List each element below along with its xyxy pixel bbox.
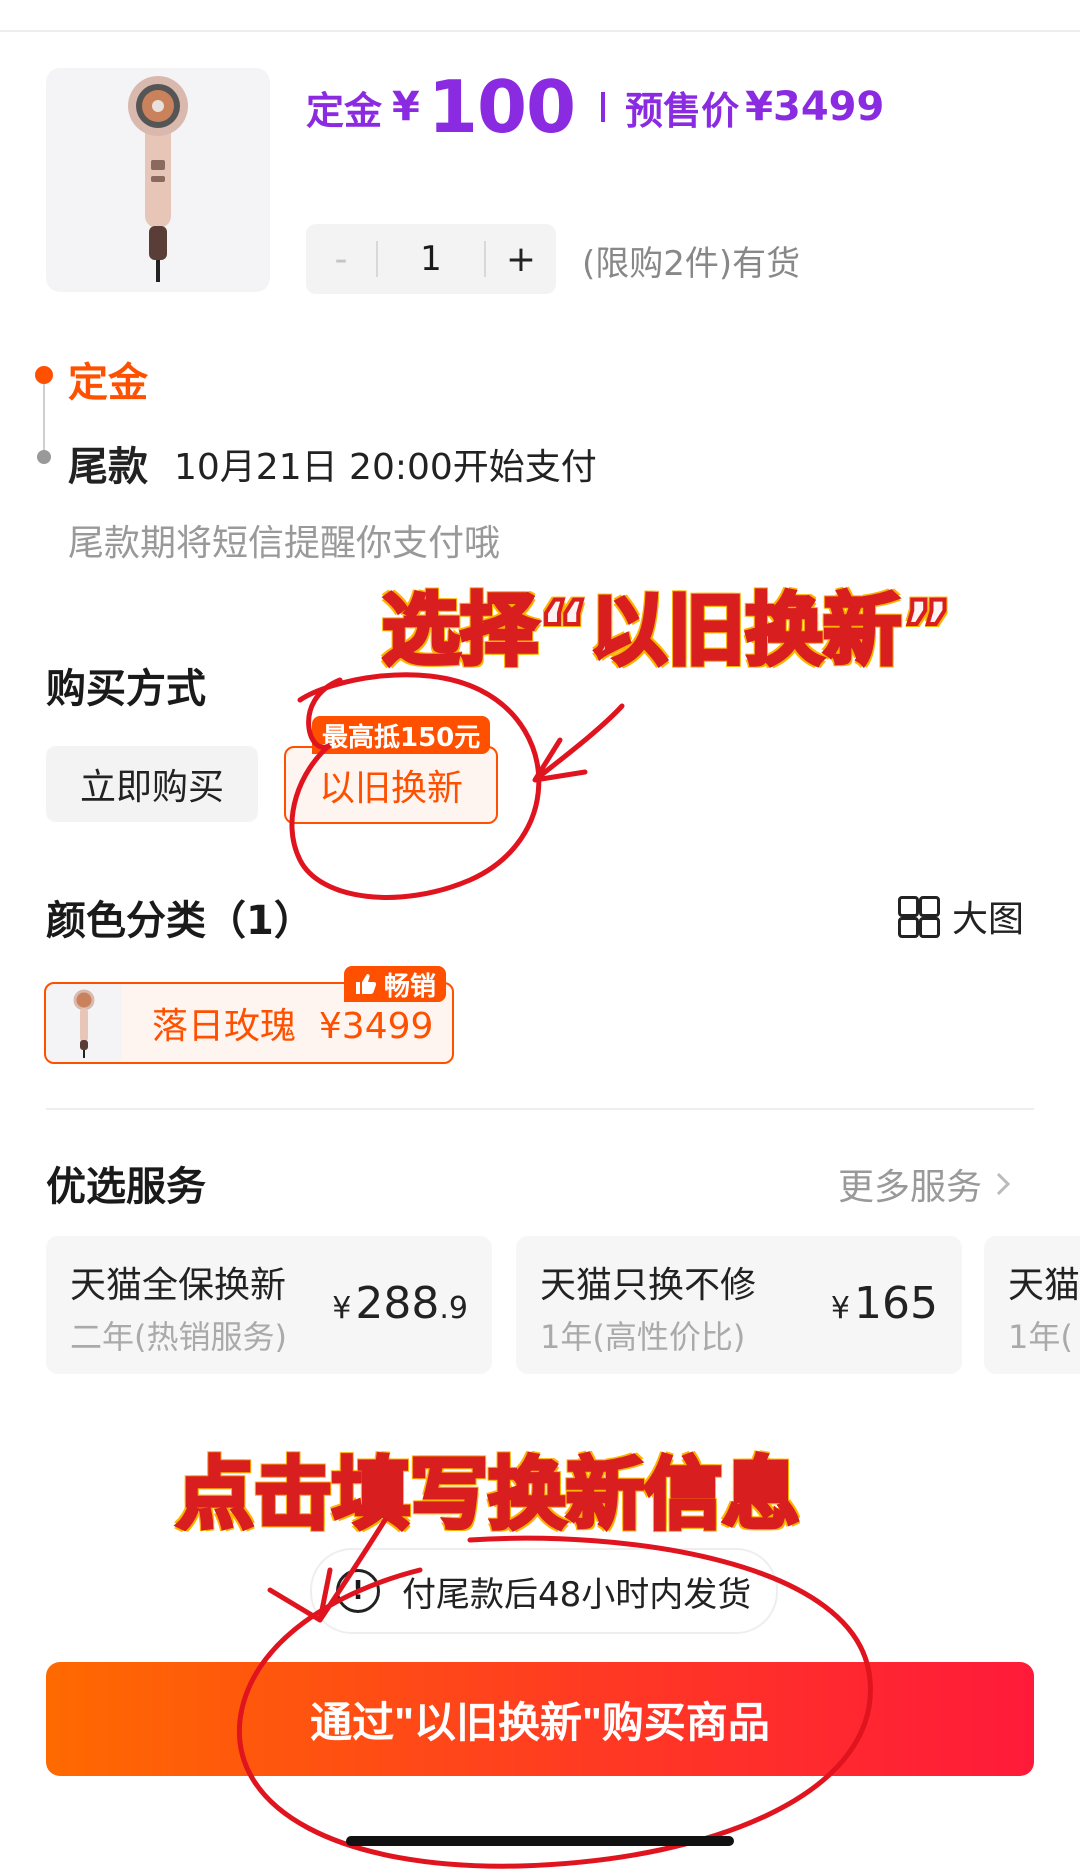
section-divider: [46, 1108, 1034, 1110]
service-price-int: 288: [355, 1278, 440, 1329]
price-separator: [601, 92, 606, 122]
service-term: 1年(高性价比): [540, 1318, 746, 1356]
big-image-toggle[interactable]: 大图: [898, 890, 1024, 942]
color-option-thumbnail: [46, 984, 122, 1062]
service-card[interactable]: 天猫 1年(: [984, 1236, 1080, 1374]
product-image[interactable]: [46, 68, 270, 292]
chevron-right-icon: [996, 1172, 1011, 1196]
quantity-stepper: - 1 +: [306, 224, 556, 294]
stock-status: (限购2件)有货: [582, 244, 801, 284]
deposit-amount: 100: [427, 65, 576, 149]
deposit-label: 定金: [306, 88, 383, 133]
increase-button[interactable]: +: [486, 239, 556, 280]
top-divider: [0, 30, 1080, 32]
purchase-method-title: 购买方式: [46, 666, 206, 712]
trade-in-discount-badge: 最高抵150元: [312, 716, 491, 754]
annotation-fill-info: 点击填写换新信息: [174, 1448, 802, 1542]
hair-dryer-icon: [73, 989, 95, 1058]
big-image-label: 大图: [952, 899, 1025, 940]
hair-dryer-icon: [128, 76, 188, 282]
timeline-step-balance: 尾款: [68, 444, 148, 490]
timeline-dot-pending: [37, 450, 51, 464]
timeline-line: [43, 384, 45, 452]
grid-view-icon: [898, 896, 940, 938]
warning-icon: !: [336, 1569, 380, 1613]
trade-in-buy-label: 通过"以旧换新"购买商品: [310, 1698, 770, 1746]
currency-symbol: ¥: [392, 84, 420, 130]
price-row: 定金 ¥ 100 预售价 ¥3499: [306, 62, 884, 152]
annotation-select-trade-in: 选择“以旧换新”: [380, 584, 955, 678]
home-indicator: [346, 1836, 734, 1846]
balance-start-time: 10月21日 20:00开始支付: [174, 447, 597, 488]
service-price-int: 165: [854, 1278, 938, 1329]
services-title: 优选服务: [46, 1164, 206, 1210]
more-services-label: 更多服务: [838, 1167, 983, 1208]
more-services-link[interactable]: 更多服务: [838, 1158, 1016, 1210]
bestseller-label: 畅销: [384, 971, 437, 1002]
service-price: ¥288.9: [332, 1278, 468, 1329]
decrease-button[interactable]: -: [306, 239, 376, 280]
shipping-notice: ! 付尾款后48小时内发货: [310, 1548, 778, 1634]
service-name: 天猫: [1008, 1265, 1080, 1306]
color-category-title: 颜色分类（1）: [46, 898, 314, 944]
presale-price: ¥3499: [745, 84, 885, 130]
service-card[interactable]: 天猫全保换新 二年(热销服务) ¥288.9: [46, 1236, 492, 1374]
service-name: 天猫只换不修: [540, 1265, 757, 1306]
service-currency: ¥: [332, 1291, 352, 1326]
bestseller-badge: 畅销: [344, 966, 447, 1002]
presale-label: 预售价: [625, 88, 740, 133]
color-name: 落日玫瑰: [152, 1006, 297, 1047]
balance-reminder: 尾款期将短信提醒你支付哦: [68, 523, 501, 564]
service-name: 天猫全保换新: [70, 1265, 287, 1306]
service-term: 二年(热销服务): [70, 1318, 287, 1356]
thumbs-up-icon: [356, 974, 377, 994]
annotation-arrow-top: [532, 703, 625, 783]
shipping-notice-text: 付尾款后48小时内发货: [402, 1574, 752, 1615]
option-trade-in[interactable]: 以旧换新: [284, 746, 498, 824]
trade-in-buy-button[interactable]: 通过"以旧换新"购买商品: [46, 1662, 1034, 1776]
service-term: 1年(: [1008, 1318, 1073, 1356]
color-option-label: 落日玫瑰 ¥3499: [152, 997, 433, 1049]
service-currency: ¥: [830, 1291, 851, 1326]
option-buy-now[interactable]: 立即购买: [46, 746, 258, 822]
quantity-value[interactable]: 1: [378, 239, 484, 279]
timeline-step-deposit: 定金: [68, 360, 148, 406]
service-card[interactable]: 天猫只换不修 1年(高性价比) ¥165: [516, 1236, 962, 1374]
service-price-dec: .9: [439, 1291, 468, 1326]
timeline-dot-active: [35, 366, 53, 384]
service-price: ¥165: [831, 1278, 938, 1329]
color-price: ¥3499: [318, 1006, 434, 1047]
